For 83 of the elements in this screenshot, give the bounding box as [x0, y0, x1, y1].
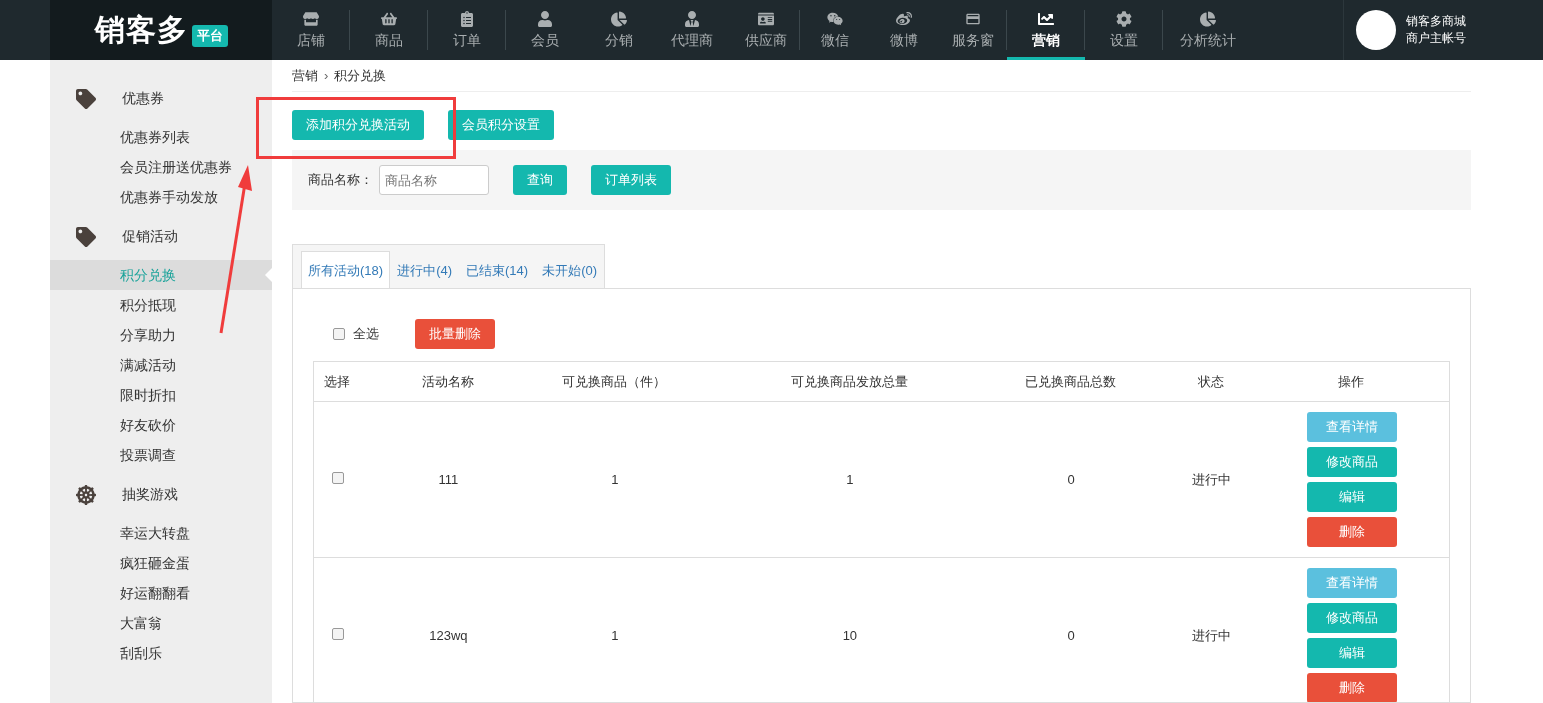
nav-tab[interactable]: 订单 [428, 0, 506, 60]
settings-icon [1116, 10, 1132, 27]
sidebar-item[interactable]: 幸运大转盘 [50, 518, 272, 548]
sidebar-item[interactable]: 投票调查 [50, 440, 272, 470]
column-header: 操作 [1254, 361, 1450, 402]
table-cell: 123wq [429, 628, 468, 643]
logo-badge: 平台 [191, 25, 228, 47]
checkbox[interactable] [332, 472, 344, 484]
nav-tab[interactable]: 设置 [1085, 0, 1163, 60]
pie-chart-icon [1200, 10, 1216, 27]
sidebar-section-title: 促销活动 [122, 228, 178, 246]
clipboard-icon [459, 10, 475, 27]
breadcrumb-item: 积分兑换 [334, 66, 387, 85]
checkbox[interactable] [332, 628, 344, 640]
nav-tab[interactable]: 店铺 [272, 0, 350, 60]
nav-tab[interactable]: 服务窗 [938, 0, 1007, 60]
filter-tab[interactable]: 已结束(14) [459, 251, 536, 289]
column-header: 选择 [313, 361, 393, 402]
person-tie-icon [684, 10, 700, 27]
sidebar-section-title: 抽奖游戏 [122, 486, 178, 504]
nav-tab[interactable]: 商品 [350, 0, 428, 60]
table-cell: 10 [842, 628, 858, 643]
sidebar-item[interactable]: 积分抵现 [50, 290, 272, 320]
breadcrumb-separator: › [324, 68, 329, 83]
nav-tab[interactable]: 代理商 [653, 0, 731, 60]
sidebar-item[interactable]: 优惠券列表 [50, 122, 272, 152]
table-cell: 1 [611, 628, 619, 643]
nav-tab[interactable]: 供应商 [731, 0, 800, 60]
table-cell: 进行中 [1191, 627, 1231, 643]
table-cell: 111 [438, 472, 459, 487]
tag-icon [76, 89, 96, 109]
tag-icon [76, 227, 96, 247]
breadcrumb-item[interactable]: 营销 [292, 66, 318, 85]
sidebar-section-title: 优惠券 [122, 90, 164, 108]
column-header: 状态 [1168, 361, 1255, 402]
nav-tab[interactable]: 分析统计 [1163, 0, 1253, 60]
filter-tab[interactable]: 进行中(4) [390, 251, 459, 289]
batch-delete-button[interactable]: 批量删除 [415, 319, 495, 349]
chat-bubbles-icon [826, 10, 843, 27]
account-name: 销客多商城 [1406, 13, 1466, 30]
table-cell: 0 [1067, 472, 1075, 487]
sidebar-item[interactable]: 限时折扣 [50, 380, 272, 410]
filter-tab[interactable]: 未开始(0) [535, 251, 605, 289]
sidebar-item[interactable]: 满减活动 [50, 350, 272, 380]
sidebar-item[interactable]: 刮刮乐 [50, 638, 272, 668]
pie-chart-icon [610, 10, 627, 27]
row-action-button[interactable]: 删除 [1306, 517, 1397, 547]
sidebar-item[interactable]: 优惠券手动发放 [50, 182, 272, 212]
id-card-icon [757, 10, 774, 27]
column-header: 可兑换商品发放总量 [725, 361, 975, 402]
checkbox[interactable] [333, 328, 345, 340]
row-action-button[interactable]: 删除 [1306, 673, 1397, 702]
nav-tab[interactable]: 微博 [869, 0, 938, 60]
nav-tab[interactable]: 会员 [506, 0, 584, 60]
column-header: 活动名称 [392, 361, 505, 402]
store-icon [303, 10, 319, 27]
table-cell: 0 [1067, 628, 1075, 643]
sidebar-item[interactable]: 好运翻翻看 [50, 578, 272, 608]
table-cell: 进行中 [1191, 471, 1231, 487]
input-field[interactable]: 商品名称 [379, 165, 489, 195]
eye-logo-icon [895, 10, 912, 27]
table-cell: 1 [846, 472, 854, 487]
column-header: 可兑换商品（件） [504, 361, 726, 402]
sidebar-item[interactable]: 疯狂砸金蛋 [50, 548, 272, 578]
line-chart-icon [1038, 10, 1054, 27]
nav-tab[interactable]: 微信 [800, 0, 869, 60]
account-role: 商户主帐号 [1406, 30, 1466, 47]
column-header: 已兑换商品总数 [974, 361, 1169, 402]
sidebar-item[interactable]: 好友砍价 [50, 410, 272, 440]
avatar[interactable] [1356, 10, 1396, 50]
nav-tab[interactable]: 营销 [1007, 0, 1085, 60]
table-cell: 1 [611, 472, 619, 487]
user-icon [537, 10, 553, 27]
wheel-icon [76, 485, 96, 505]
nav-tab[interactable]: 分销 [584, 0, 653, 60]
basket-icon [381, 10, 397, 27]
logo-text: 销客多 [94, 11, 188, 48]
filter-tab[interactable]: 所有活动(18) [301, 251, 391, 289]
field-label: 商品名称： [308, 171, 373, 189]
checkbox-label: 全选 [353, 325, 379, 343]
sidebar-item[interactable]: 分享助力 [50, 320, 272, 350]
sidebar-item[interactable]: 会员注册送优惠券 [50, 152, 272, 182]
sidebar-item[interactable]: 大富翁 [50, 608, 272, 638]
